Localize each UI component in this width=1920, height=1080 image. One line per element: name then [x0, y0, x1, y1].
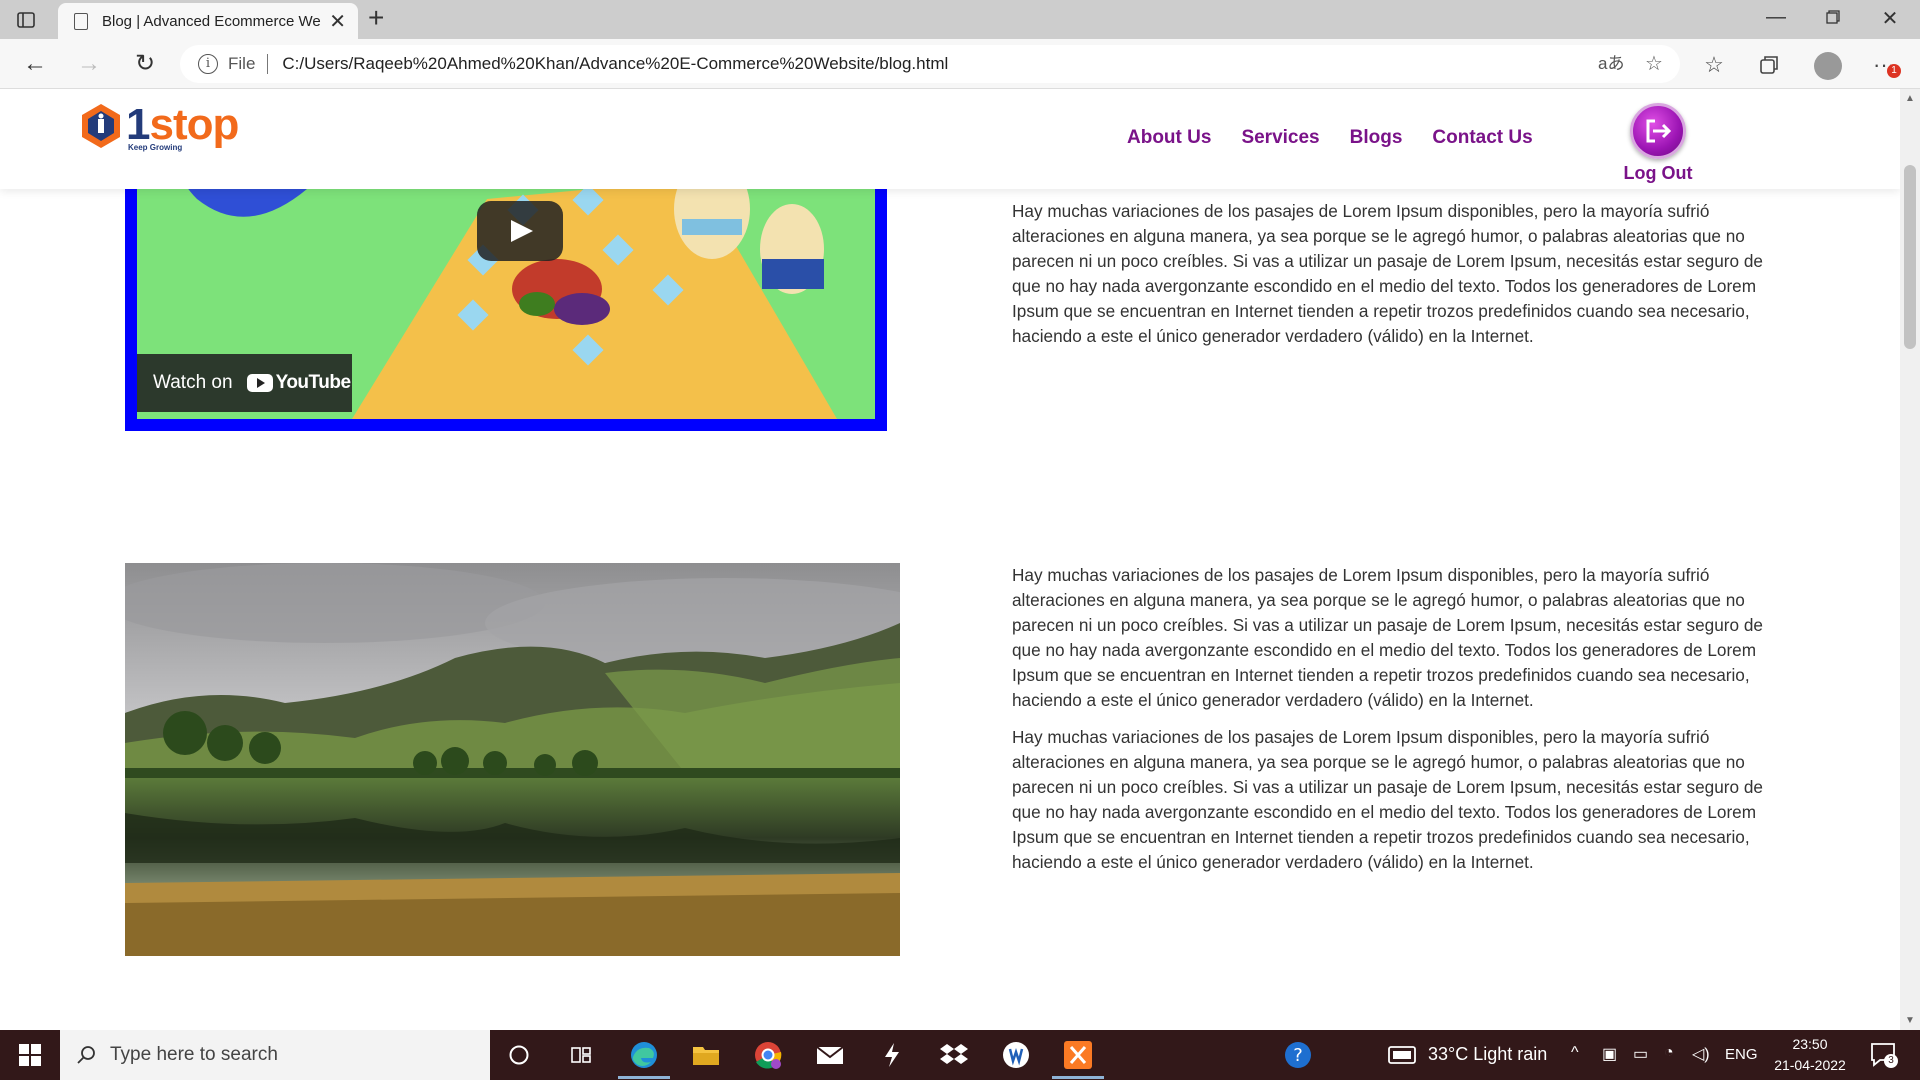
forward-icon[interactable]: → — [74, 49, 104, 79]
taskbar-search[interactable]: Type here to search — [60, 1030, 490, 1080]
watch-on-youtube-button[interactable]: Watch on YouTube — [137, 354, 352, 412]
blog-text-1: Hay muchas variaciones de los pasajes de… — [1012, 199, 1772, 361]
logo-tagline: Keep Growing — [128, 143, 183, 152]
browser-tab-active[interactable]: Blog | Advanced Ecommerce Website ✕ — [58, 3, 358, 39]
scroll-thumb[interactable] — [1904, 165, 1916, 349]
url-separator — [267, 54, 269, 74]
close-window-icon[interactable]: ✕ — [1867, 6, 1913, 31]
active-app-indicator — [618, 1076, 670, 1079]
dropbox-icon[interactable] — [938, 1039, 970, 1071]
info-icon[interactable]: i — [198, 54, 218, 74]
blog-text-2: Hay muchas variaciones de los pasajes de… — [1012, 563, 1772, 887]
blog-paragraph: Hay muchas variaciones de los pasajes de… — [1012, 727, 1763, 872]
clock-date: 21-04-2022 — [1774, 1057, 1846, 1073]
tab-title: Blog | Advanced Ecommerce Website — [102, 12, 321, 30]
language-indicator[interactable]: ENG — [1725, 1046, 1758, 1063]
xampp-active-indicator — [1052, 1076, 1104, 1079]
nav-services[interactable]: Services — [1241, 127, 1319, 149]
clock-time: 23:50 — [1792, 1036, 1828, 1052]
mail-icon[interactable] — [814, 1039, 846, 1071]
network-device-icon[interactable]: ▣ — [1602, 1044, 1617, 1064]
chrome-icon[interactable] — [752, 1039, 784, 1071]
search-placeholder: Type here to search — [110, 1044, 278, 1065]
logout-button[interactable]: Log Out — [1620, 103, 1696, 184]
power-automate-icon[interactable] — [876, 1039, 908, 1071]
youtube-wordmark: YouTube — [275, 372, 351, 393]
task-view-icon[interactable] — [565, 1039, 597, 1071]
refresh-icon[interactable]: ↻ — [130, 49, 160, 79]
site-logo[interactable]: 1stop Keep Growing — [80, 100, 239, 153]
page-viewport: Watch on YouTube Hay muchas variaciones … — [0, 89, 1900, 1030]
logo-hexagon-icon — [80, 103, 122, 149]
watch-on-label: Watch on — [153, 372, 233, 393]
svg-text:?: ? — [1293, 1045, 1303, 1066]
battery-icon[interactable]: ▭ — [1633, 1044, 1648, 1064]
site-header: 1stop Keep Growing About Us Services Blo… — [0, 89, 1900, 189]
cortana-icon[interactable] — [503, 1039, 535, 1071]
logout-label: Log Out — [1623, 163, 1693, 183]
blog-paragraph: Hay muchas variaciones de los pasajes de… — [1012, 201, 1763, 346]
minimize-icon[interactable]: — — [1753, 6, 1799, 29]
url-text[interactable]: C:/Users/Raqeeb%20Ahmed%20Khan/Advance%2… — [282, 54, 948, 74]
logo-one: 1 — [126, 100, 151, 149]
notifications-icon[interactable]: 3 — [1870, 1042, 1898, 1068]
xampp-icon[interactable] — [1062, 1039, 1094, 1071]
weather-text[interactable]: 33°C Light rain — [1428, 1044, 1547, 1065]
volume-icon[interactable]: ◁) — [1692, 1044, 1710, 1064]
wifi-icon[interactable]: ◔ — [1664, 1044, 1674, 1062]
collections-icon[interactable] — [1753, 49, 1785, 81]
file-explorer-icon[interactable] — [690, 1039, 722, 1071]
page-icon — [74, 12, 88, 30]
profile-avatar-icon[interactable] — [1814, 52, 1842, 80]
logout-icon — [1630, 103, 1686, 159]
nav-contact-us[interactable]: Contact Us — [1432, 127, 1532, 149]
close-tab-icon[interactable]: ✕ — [329, 9, 346, 34]
main-nav: About Us Services Blogs Contact Us — [1127, 127, 1563, 149]
scroll-down-icon[interactable]: ▼ — [1900, 1015, 1920, 1026]
url-scheme: File — [228, 54, 256, 73]
youtube-icon — [246, 374, 273, 392]
restore-icon[interactable] — [1810, 6, 1856, 30]
play-button[interactable] — [477, 201, 563, 261]
back-icon[interactable]: ← — [20, 49, 50, 79]
logo-stop: stop — [149, 100, 239, 149]
favorites-icon[interactable]: ☆ — [1698, 49, 1730, 81]
page-scrollbar[interactable]: ▲ ▼ — [1900, 89, 1920, 1030]
tab-actions-icon[interactable] — [14, 8, 38, 32]
show-hidden-icons-icon[interactable]: ^ — [1571, 1044, 1579, 1062]
search-icon — [77, 1046, 95, 1064]
help-icon[interactable]: ? — [1282, 1039, 1314, 1071]
nav-blogs[interactable]: Blogs — [1350, 127, 1403, 149]
add-favorite-icon[interactable]: ☆ — [1645, 45, 1663, 83]
read-aloud-icon[interactable]: aあ — [1598, 45, 1624, 83]
youtube-logo: YouTube — [246, 372, 351, 394]
new-tab-icon[interactable]: + — [368, 2, 384, 34]
logo-wordmark: 1stop Keep Growing — [126, 100, 239, 153]
landscape-image — [125, 563, 900, 956]
nav-about-us[interactable]: About Us — [1127, 127, 1211, 149]
blog-paragraph: Hay muchas variaciones de los pasajes de… — [1012, 565, 1763, 710]
windows-taskbar: Type here to search ? 33°C Light rain ^ … — [0, 1030, 1920, 1080]
edge-browser-icon[interactable] — [628, 1039, 660, 1071]
taskbar-clock[interactable]: 23:50 21-04-2022 — [1770, 1034, 1850, 1076]
weather-icon[interactable] — [1387, 1039, 1419, 1071]
notepad-app-icon[interactable] — [1000, 1039, 1032, 1071]
notifications-count: 3 — [1884, 1054, 1898, 1068]
browser-tab-bar: Blog | Advanced Ecommerce Website ✕ + — … — [0, 0, 1920, 39]
windows-start-icon[interactable] — [0, 1030, 60, 1080]
address-bar[interactable]: i File C:/Users/Raqeeb%20Ahmed%20Khan/Ad… — [180, 45, 1680, 83]
address-bar-row: ← → ↻ i File C:/Users/Raqeeb%20Ahmed%20K… — [0, 39, 1920, 89]
notification-badge: 1 — [1887, 64, 1901, 78]
scroll-up-icon[interactable]: ▲ — [1900, 93, 1920, 104]
